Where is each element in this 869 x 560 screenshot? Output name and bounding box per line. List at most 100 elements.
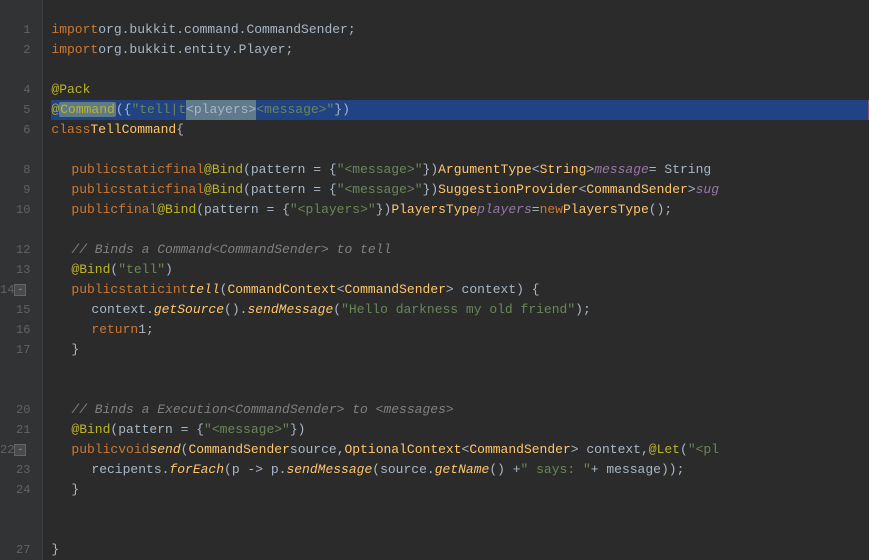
code-line-15: context.getSource().sendMessage("Hello d… <box>51 300 869 320</box>
code-line-blank <box>51 220 869 240</box>
fold-icon-2[interactable]: - <box>14 444 26 456</box>
gutter-line: 6 <box>0 120 36 140</box>
code-text: (pattern = { <box>243 180 337 200</box>
gutter-line: 13 <box>0 260 36 280</box>
type: CommandSender <box>345 280 446 300</box>
code-line <box>51 0 869 20</box>
keyword: static <box>118 180 165 200</box>
code-text: source, <box>290 440 345 460</box>
keyword: public <box>71 200 118 220</box>
string: "<message>" <box>337 180 423 200</box>
gutter-line <box>0 360 36 380</box>
code-text: () + <box>489 460 520 480</box>
code-text: ( <box>181 440 189 460</box>
variable: sug <box>696 180 719 200</box>
code-text: < <box>579 180 587 200</box>
code-line-16: return 1; <box>51 320 869 340</box>
type: PlayersType <box>391 200 477 220</box>
command-highlight: Command <box>59 102 116 117</box>
type: CommandSender <box>586 180 687 200</box>
method-call: sendMessage <box>286 460 372 480</box>
code-line-blank <box>51 520 869 540</box>
code-text: + message)); <box>591 460 685 480</box>
gutter-line: 20 <box>0 400 36 420</box>
code-line-10: public final @Bind(pattern = {"<players>… <box>51 200 869 220</box>
annotation: @Bind <box>204 180 243 200</box>
code-text: }) <box>423 160 439 180</box>
code-text: > <box>586 160 594 180</box>
type: SuggestionProvider <box>438 180 578 200</box>
keyword: final <box>165 180 204 200</box>
keyword: import <box>51 40 98 60</box>
code-line-24: } <box>51 480 869 500</box>
code-content: import org.bukkit.command.CommandSender;… <box>43 0 869 560</box>
players-highlight: <players> <box>186 100 256 120</box>
method-name: tell <box>188 280 219 300</box>
code-line-blank <box>51 360 869 380</box>
code-text: = <box>532 200 540 220</box>
method-call: getSource <box>154 300 224 320</box>
code-text: } <box>71 480 79 500</box>
gutter-line: 27 <box>0 540 36 560</box>
code-text: }) <box>334 100 350 120</box>
comment: // Binds a Execution<CommandSender> to <… <box>71 400 453 420</box>
annotation: @Bind <box>204 160 243 180</box>
string: "<message>" <box>204 420 290 440</box>
code-text: < <box>462 440 470 460</box>
type: CommandSender <box>188 440 289 460</box>
type: String <box>540 160 587 180</box>
comment: // Binds a Command<CommandSender> to tel… <box>71 240 391 260</box>
annotation: @Bind <box>71 260 110 280</box>
code-text: > context) { <box>446 280 540 300</box>
type: CommandSender <box>469 440 570 460</box>
code-text: (pattern = { <box>196 200 290 220</box>
class-name: TellCommand <box>90 120 176 140</box>
code-text: { <box>176 120 184 140</box>
code-text: > context, <box>571 440 649 460</box>
code-text: (). <box>224 300 247 320</box>
code-line-20: // Binds a Execution<CommandSender> to <… <box>51 400 869 420</box>
code-text: ) <box>165 260 173 280</box>
code-text: context. <box>91 300 153 320</box>
gutter-line <box>0 520 36 540</box>
keyword: public <box>71 280 118 300</box>
method-name: send <box>149 440 180 460</box>
annotation: @Bind <box>157 200 196 220</box>
code-line-17: } <box>51 340 869 360</box>
gutter-line: 21 <box>0 420 36 440</box>
code-text: recipents. <box>91 460 169 480</box>
type: OptionalContext <box>345 440 462 460</box>
code-text: ( <box>333 300 341 320</box>
string: " says: " <box>521 460 591 480</box>
annotation: @Bind <box>71 420 110 440</box>
fold-icon[interactable]: - <box>14 284 26 296</box>
code-text: }) <box>290 420 306 440</box>
gutter-line <box>0 140 36 160</box>
gutter-line: 16 <box>0 320 36 340</box>
code-line-blank <box>51 140 869 160</box>
code-text: } <box>71 340 79 360</box>
code-line-blank <box>51 60 869 80</box>
code-text: < <box>337 280 345 300</box>
gutter-line: 17 <box>0 340 36 360</box>
code-line-23: recipents.forEach(p -> p.sendMessage(sou… <box>51 460 869 480</box>
gutter-line: 9 <box>0 180 36 200</box>
keyword: public <box>71 160 118 180</box>
method-call: sendMessage <box>247 300 333 320</box>
annotation: @Pack <box>51 80 90 100</box>
gutter-line <box>0 500 36 520</box>
code-text: }) <box>376 200 392 220</box>
keyword: static <box>118 280 165 300</box>
code-line-8: public static final @Bind(pattern = {"<m… <box>51 160 869 180</box>
code-text: > <box>688 180 696 200</box>
gutter-line <box>0 220 36 240</box>
string: "tell" <box>118 260 165 280</box>
gutter-line: 2 <box>0 40 36 60</box>
code-line-9: public static final @Bind(pattern = {"<m… <box>51 180 869 200</box>
method-call: getName <box>435 460 490 480</box>
string-literal: "tell|t <box>131 100 186 120</box>
code-text: }) <box>423 180 439 200</box>
code-line-blank <box>51 500 869 520</box>
keyword: class <box>51 120 90 140</box>
code-line-6: class TellCommand { <box>51 120 869 140</box>
